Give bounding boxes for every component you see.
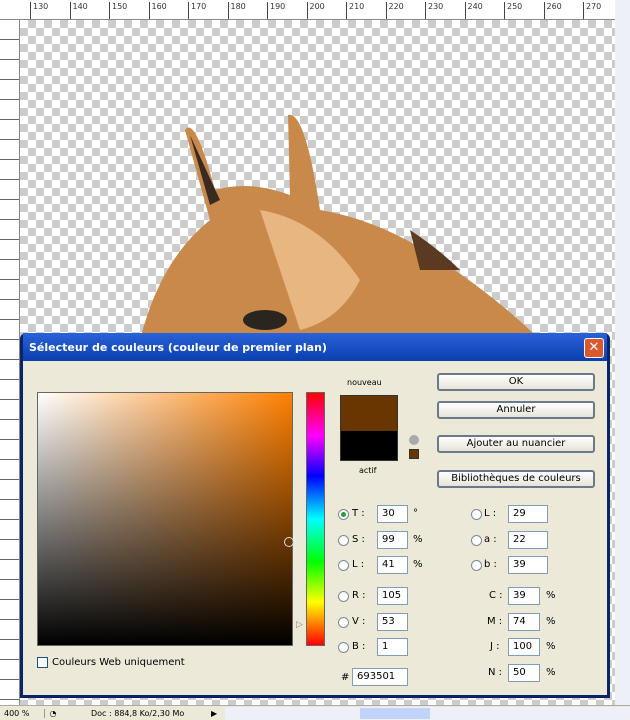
ruler-tick: 170 (188, 2, 206, 19)
swatch-current-label: actif (359, 466, 377, 475)
gamut-color-swatch[interactable] (409, 449, 419, 459)
unit-cyan: % (546, 590, 556, 601)
label-lab-b: b : (484, 559, 497, 570)
ruler-left (0, 20, 20, 705)
label-magenta: M : (487, 616, 503, 627)
input-yellow[interactable]: 100 (508, 638, 540, 656)
ruler-tick: 250 (504, 2, 522, 19)
vertical-scrollbar[interactable] (615, 0, 630, 705)
input-red[interactable]: 105 (377, 587, 408, 605)
swatch-new-label: nouveau (347, 378, 382, 387)
ruler-tick: 240 (464, 2, 483, 19)
unit-saturation: % (413, 534, 423, 545)
radio-hue[interactable] (338, 509, 349, 520)
zoom-level[interactable]: 400 % (0, 708, 45, 718)
ruler-tick: 140 (69, 2, 88, 19)
radio-lab-l[interactable] (471, 509, 482, 520)
label-yellow: J : (490, 641, 500, 652)
ruler-tick: 220 (385, 2, 404, 19)
ruler-tick: 180 (227, 2, 246, 19)
dialog-title: Sélecteur de couleurs (couleur de premie… (29, 340, 327, 354)
ruler-tick: 230 (425, 2, 443, 19)
label-brightness: L : (352, 559, 365, 570)
input-brightness[interactable]: 41 (377, 556, 408, 574)
input-magenta[interactable]: 74 (508, 613, 540, 631)
ruler-tick: 130 (30, 2, 48, 19)
dialog-titlebar: Sélecteur de couleurs (couleur de premie… (23, 333, 607, 361)
input-cyan[interactable]: 39 (508, 587, 540, 605)
input-green[interactable]: 53 (377, 613, 408, 631)
ruler-tick: 160 (148, 2, 167, 19)
label-lab-l: L : (484, 508, 497, 519)
label-black: N : (488, 667, 503, 678)
ok-button[interactable]: OK (437, 373, 595, 391)
unit-hue: ° (413, 508, 418, 519)
color-libraries-button[interactable]: Bibliothèques de couleurs (437, 470, 595, 488)
unit-magenta: % (546, 616, 556, 627)
out-of-gamut-icon[interactable] (409, 435, 419, 445)
unit-brightness: % (413, 559, 423, 570)
color-field-marker[interactable] (284, 537, 294, 547)
swatch-new (340, 395, 398, 431)
unit-black: % (546, 667, 556, 678)
radio-red[interactable] (338, 591, 349, 602)
hue-slider-handle[interactable]: ▷ (296, 620, 303, 630)
add-to-swatches-button[interactable]: Ajouter au nuancier (437, 435, 595, 453)
input-hue[interactable]: 30 (377, 505, 408, 523)
label-green: V : (352, 616, 366, 627)
color-field[interactable] (37, 392, 293, 646)
ruler-tick: 200 (306, 2, 325, 19)
ruler-tick: 260 (543, 2, 562, 19)
hex-label: # (341, 672, 350, 683)
label-saturation: S : (352, 534, 365, 545)
close-button[interactable]: ✕ (584, 338, 604, 358)
label-cyan: C : (489, 590, 503, 601)
ruler-tick: 210 (346, 2, 364, 19)
horizontal-scrollbar[interactable] (225, 706, 630, 720)
color-picker-dialog: Sélecteur de couleurs (couleur de premie… (20, 333, 610, 698)
status-icon[interactable]: ◔ (45, 709, 61, 718)
label-blue: B : (352, 641, 366, 652)
status-bar: 400 % ◔ Doc : 884,8 Ko/2,30 Mo ▶ (0, 705, 630, 720)
radio-blue[interactable] (338, 642, 349, 653)
radio-lab-b[interactable] (471, 560, 482, 571)
radio-lab-a[interactable] (471, 535, 482, 546)
input-lab-l[interactable]: 29 (508, 505, 548, 523)
input-lab-a[interactable]: 22 (508, 531, 548, 549)
input-blue[interactable]: 1 (377, 638, 408, 656)
unit-yellow: % (546, 641, 556, 652)
ruler-tick: 150 (109, 2, 127, 19)
label-lab-a: a : (484, 534, 497, 545)
radio-saturation[interactable] (338, 535, 349, 546)
hue-slider[interactable] (306, 392, 325, 646)
status-menu-arrow[interactable]: ▶ (211, 709, 225, 718)
doc-size: Doc : 884,8 Ko/2,30 Mo (91, 708, 185, 718)
input-hex[interactable]: 693501 (352, 668, 408, 686)
ruler-tick: 270 (583, 2, 601, 19)
radio-green[interactable] (338, 617, 349, 628)
swatch-current[interactable] (340, 431, 398, 461)
web-only-checkbox[interactable] (37, 657, 48, 668)
ruler-top: 130 140 150 160 170 180 190 200 210 220 230 240 250 2… (0, 0, 615, 20)
cancel-button[interactable]: Annuler (437, 401, 595, 419)
label-red: R : (352, 590, 366, 601)
input-saturation[interactable]: 99 (377, 531, 408, 549)
label-hue: T : (352, 508, 365, 519)
input-lab-b[interactable]: 39 (508, 556, 548, 574)
web-only-label: Couleurs Web uniquement (52, 657, 185, 668)
input-black[interactable]: 50 (508, 664, 540, 682)
ruler-tick: 190 (267, 2, 285, 19)
radio-brightness[interactable] (338, 560, 349, 571)
